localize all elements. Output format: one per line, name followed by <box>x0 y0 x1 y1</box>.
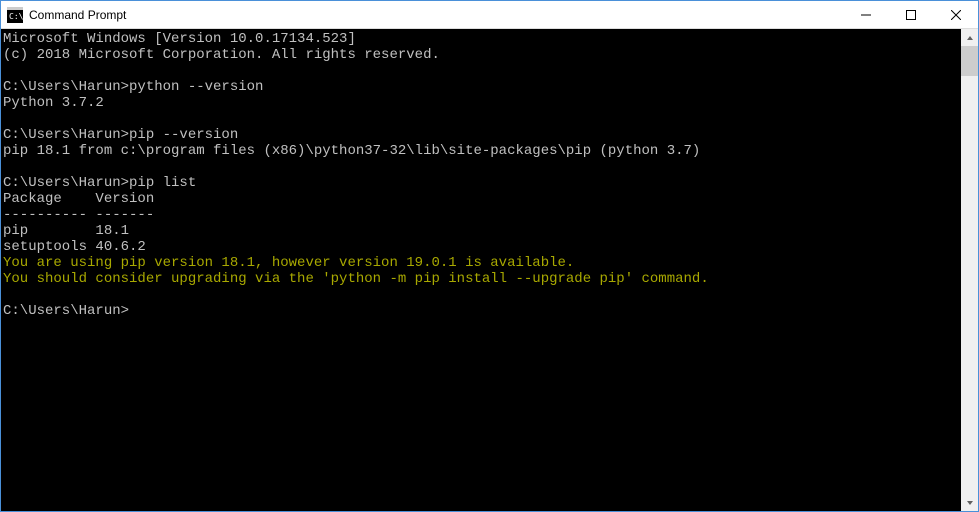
console-line: C:\Users\Harun>pip --version <box>3 127 961 143</box>
console-line: (c) 2018 Microsoft Corporation. All righ… <box>3 47 961 63</box>
console-area: Microsoft Windows [Version 10.0.17134.52… <box>1 29 978 511</box>
console-line: You should consider upgrading via the 'p… <box>3 271 961 287</box>
scroll-up-button[interactable] <box>961 29 978 46</box>
svg-text:C:\: C:\ <box>9 12 23 21</box>
console-line <box>3 287 961 303</box>
console-line: C:\Users\Harun>pip list <box>3 175 961 191</box>
console-output[interactable]: Microsoft Windows [Version 10.0.17134.52… <box>1 29 961 511</box>
console-line: Python 3.7.2 <box>3 95 961 111</box>
console-line: You are using pip version 18.1, however … <box>3 255 961 271</box>
console-line: Package Version <box>3 191 961 207</box>
console-line: pip 18.1 from c:\program files (x86)\pyt… <box>3 143 961 159</box>
console-line <box>3 159 961 175</box>
console-line: pip 18.1 <box>3 223 961 239</box>
cmd-icon: C:\ <box>7 7 23 23</box>
maximize-button[interactable] <box>888 1 933 28</box>
console-line: setuptools 40.6.2 <box>3 239 961 255</box>
titlebar[interactable]: C:\ Command Prompt <box>1 1 978 29</box>
window-title: Command Prompt <box>29 8 843 22</box>
scroll-track[interactable] <box>961 46 978 494</box>
console-line <box>3 63 961 79</box>
console-line: ---------- ------- <box>3 207 961 223</box>
console-line: C:\Users\Harun> <box>3 303 961 319</box>
vertical-scrollbar[interactable] <box>961 29 978 511</box>
scroll-down-button[interactable] <box>961 494 978 511</box>
console-line: C:\Users\Harun>python --version <box>3 79 961 95</box>
minimize-button[interactable] <box>843 1 888 28</box>
scroll-thumb[interactable] <box>961 46 978 76</box>
command-prompt-window: C:\ Command Prompt Microsoft Windows [Ve… <box>0 0 979 512</box>
console-line <box>3 111 961 127</box>
window-controls <box>843 1 978 28</box>
close-button[interactable] <box>933 1 978 28</box>
console-line: Microsoft Windows [Version 10.0.17134.52… <box>3 31 961 47</box>
